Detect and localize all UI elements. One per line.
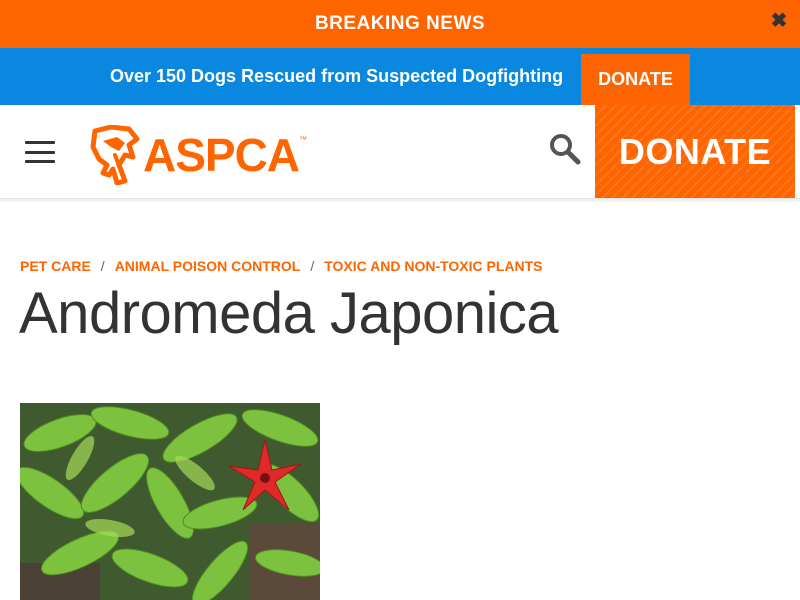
- logo-trademark: ™: [299, 135, 308, 144]
- breaking-news-bar: BREAKING NEWS ✖: [0, 0, 800, 48]
- page-title: Andromeda Japonica: [19, 281, 559, 346]
- promo-bar: Over 150 Dogs Rescued from Suspected Dog…: [0, 48, 800, 105]
- breadcrumb-separator: /: [310, 258, 315, 274]
- promo-link[interactable]: Over 150 Dogs Rescued from Suspected Dog…: [110, 48, 563, 105]
- breadcrumb-separator: /: [100, 258, 105, 274]
- site-header: ASPCA ™ DONATE: [0, 105, 800, 199]
- breadcrumb: PET CARE / ANIMAL POISON CONTROL / TOXIC…: [20, 258, 543, 274]
- promo-donate-button[interactable]: DONATE: [581, 54, 690, 105]
- header-donate-button[interactable]: DONATE: [595, 105, 795, 198]
- breadcrumb-pet-care[interactable]: PET CARE: [20, 258, 91, 274]
- breadcrumb-toxic-plants[interactable]: TOXIC AND NON-TOXIC PLANTS: [324, 258, 542, 274]
- aspca-logo-icon: [90, 125, 140, 185]
- header-divider: [0, 199, 800, 203]
- close-icon[interactable]: ✖: [768, 9, 790, 32]
- menu-icon[interactable]: [25, 141, 55, 163]
- aspca-logo[interactable]: ASPCA ™: [89, 125, 307, 185]
- search-icon[interactable]: [549, 133, 581, 165]
- logo-text: ASPCA: [143, 129, 300, 181]
- breaking-news-title[interactable]: BREAKING NEWS: [315, 13, 485, 35]
- breadcrumb-animal-poison-control[interactable]: ANIMAL POISON CONTROL: [115, 258, 301, 274]
- plant-image: [20, 403, 320, 600]
